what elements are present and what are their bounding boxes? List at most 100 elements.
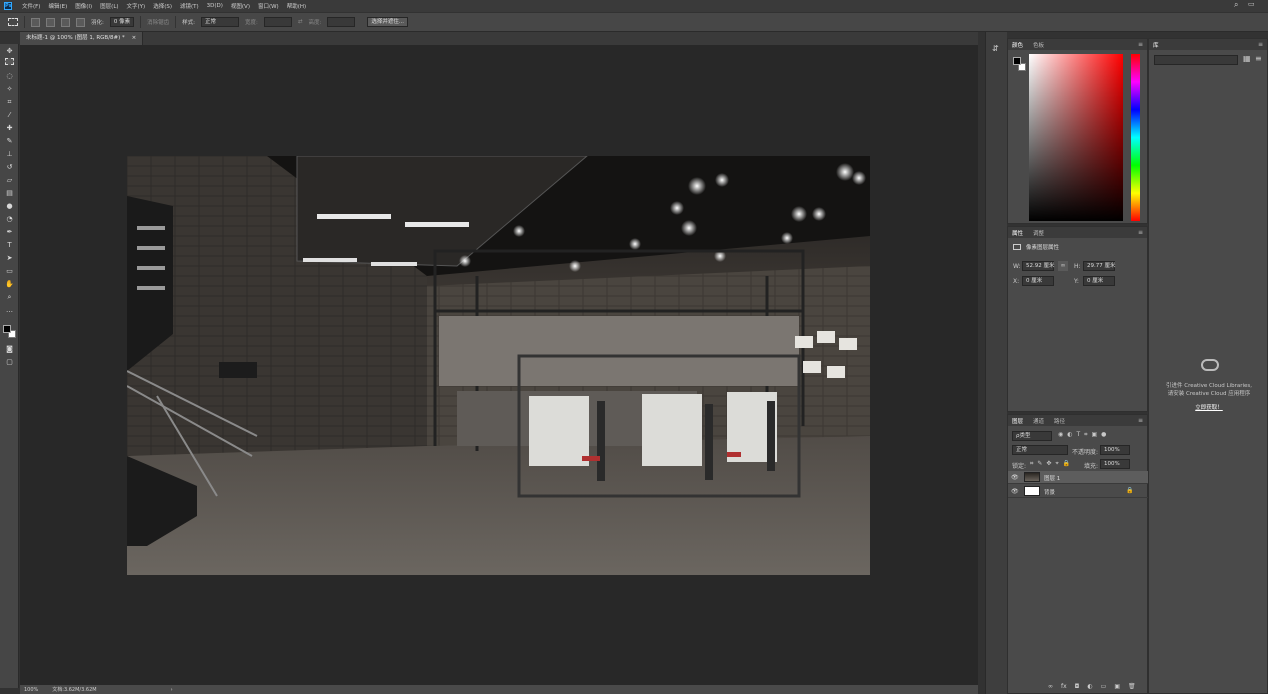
fill-input[interactable]: 100%	[1100, 459, 1130, 469]
grid-view-icon[interactable]: ▦	[1243, 54, 1251, 63]
tab-swatches[interactable]: 色板	[1033, 41, 1044, 49]
tab-adjustments[interactable]: 调整	[1033, 229, 1044, 237]
marquee-tool-icon[interactable]	[5, 58, 14, 65]
select-and-mask-button[interactable]: 选择并遮住...	[367, 17, 409, 27]
tab-channels[interactable]: 通道	[1033, 417, 1044, 425]
library-select[interactable]	[1154, 55, 1238, 65]
menu-type[interactable]: 文字(Y)	[123, 2, 150, 10]
link-dimensions-icon[interactable]: ∞	[1058, 261, 1068, 271]
panel-menu-icon[interactable]: ≡	[1258, 41, 1263, 48]
libraries-panel-tabs: 库 ≡	[1149, 39, 1267, 50]
tab-properties[interactable]: 属性	[1012, 229, 1023, 237]
feather-input[interactable]: 0 像素	[109, 17, 135, 27]
link-icon[interactable]: ∞	[1048, 683, 1053, 690]
zoom-level[interactable]: 100%	[24, 687, 38, 693]
path-selection-tool-icon[interactable]: ➤	[4, 253, 15, 263]
history-brush-tool-icon[interactable]: ↺	[4, 162, 15, 172]
document-tab[interactable]: 未标题-1 @ 100% (图层 1, RGB/8#) * ×	[20, 32, 144, 45]
lock-icons[interactable]: ⌗✎✥⌖🔒	[1030, 460, 1074, 468]
layer-row[interactable]: 👁 背景 🔒	[1008, 485, 1148, 498]
healing-brush-tool-icon[interactable]: ✚	[4, 123, 15, 133]
swap-icon[interactable]: ⇄	[298, 19, 303, 25]
width-input[interactable]	[263, 17, 292, 27]
menu-image[interactable]: 图像(I)	[71, 2, 96, 10]
layer-filter-select[interactable]: ρ类型	[1012, 431, 1052, 441]
marquee-tool-icon[interactable]	[8, 18, 18, 26]
layer-name[interactable]: 图层 1	[1044, 474, 1060, 482]
zoom-tool-icon[interactable]: ⌕	[4, 292, 15, 302]
foreground-color-swatch[interactable]	[1013, 57, 1021, 65]
w-input[interactable]: 52.92 厘米	[1022, 261, 1055, 271]
status-menu-arrow[interactable]: ›	[171, 687, 173, 693]
type-tool-icon[interactable]: T	[4, 240, 15, 250]
visibility-eye-icon[interactable]: 👁	[1011, 488, 1019, 495]
eyedropper-tool-icon[interactable]: ⁄	[4, 110, 15, 120]
clone-stamp-tool-icon[interactable]: ⊥	[4, 149, 15, 159]
list-view-icon[interactable]: ≡	[1255, 54, 1262, 63]
tab-paths[interactable]: 路径	[1054, 417, 1065, 425]
add-selection-button[interactable]	[46, 17, 55, 27]
intersect-selection-button[interactable]	[76, 17, 85, 27]
trash-icon[interactable]: 🗑	[1128, 683, 1136, 690]
panel-menu-icon[interactable]: ≡	[1138, 229, 1143, 236]
rectangle-tool-icon[interactable]: ▭	[4, 266, 15, 276]
group-icon[interactable]: ▭	[1101, 683, 1107, 690]
menu-select[interactable]: 选择(S)	[149, 2, 176, 10]
tab-color[interactable]: 颜色	[1012, 41, 1023, 49]
close-icon[interactable]: ×	[132, 35, 137, 41]
history-panel-icon[interactable]: ⇵	[992, 44, 999, 53]
menu-view[interactable]: 视图(V)	[227, 2, 254, 10]
panel-menu-icon[interactable]: ≡	[1138, 417, 1143, 424]
menu-layer[interactable]: 图层(L)	[96, 2, 122, 10]
get-now-link[interactable]: 立即获取！	[1149, 403, 1268, 411]
eraser-tool-icon[interactable]: ▱	[4, 175, 15, 185]
color-field[interactable]	[1029, 54, 1123, 221]
screen-mode-icon[interactable]: ▢	[4, 357, 15, 367]
menu-edit[interactable]: 编辑(E)	[44, 2, 71, 10]
menu-file[interactable]: 文件(F)	[18, 2, 44, 10]
antialias-checkbox[interactable]: 消除锯齿	[147, 18, 169, 26]
layer-name[interactable]: 背景	[1044, 488, 1055, 496]
workspace-icon[interactable]: ▭	[1248, 0, 1255, 8]
filter-icons[interactable]: ◉◐T⌗▣●	[1058, 431, 1110, 439]
subtract-selection-button[interactable]	[61, 17, 70, 27]
lasso-tool-icon[interactable]: ◌	[4, 71, 15, 81]
menu-filter[interactable]: 滤镜(T)	[176, 2, 203, 10]
height-input[interactable]	[327, 17, 356, 27]
pen-tool-icon[interactable]: ✒	[4, 227, 15, 237]
menu-window[interactable]: 窗口(W)	[254, 2, 283, 10]
fx-icon[interactable]: fx	[1061, 683, 1067, 690]
document-image[interactable]	[127, 156, 870, 575]
style-select[interactable]: 正常	[200, 17, 239, 27]
blur-tool-icon[interactable]: ●	[4, 201, 15, 211]
dodge-tool-icon[interactable]: ◔	[4, 214, 15, 224]
adjustment-icon[interactable]: ◐	[1087, 683, 1092, 690]
magic-wand-tool-icon[interactable]: ✧	[4, 84, 15, 94]
move-tool-icon[interactable]: ✥	[4, 46, 15, 56]
visibility-eye-icon[interactable]: 👁	[1011, 474, 1019, 481]
hue-slider[interactable]	[1131, 54, 1140, 221]
crop-tool-icon[interactable]: ⌗	[4, 97, 15, 107]
menu-3d[interactable]: 3D(D)	[203, 3, 227, 9]
opacity-input[interactable]: 100%	[1100, 445, 1130, 455]
tab-layers[interactable]: 图层	[1012, 417, 1023, 425]
foreground-color-swatch[interactable]	[3, 325, 11, 333]
hand-tool-icon[interactable]: ✋	[4, 279, 15, 289]
y-input[interactable]: 0 厘米	[1083, 276, 1115, 286]
tab-libraries[interactable]: 库	[1153, 41, 1159, 49]
more-tools-icon[interactable]: …	[4, 305, 15, 315]
search-icon[interactable]: ⌕	[1234, 0, 1238, 10]
new-layer-icon[interactable]: ▣	[1114, 683, 1120, 690]
gradient-tool-icon[interactable]: ▤	[4, 188, 15, 198]
quick-mask-icon[interactable]: ◙	[4, 344, 15, 354]
blend-mode-select[interactable]: 正常	[1012, 445, 1068, 455]
mask-icon[interactable]: ◘	[1075, 683, 1080, 690]
lock-label: 锁定:	[1012, 463, 1027, 470]
layer-row[interactable]: 👁 图层 1	[1008, 471, 1148, 484]
menu-help[interactable]: 帮助(H)	[283, 2, 310, 10]
brush-tool-icon[interactable]: ✎	[4, 136, 15, 146]
panel-menu-icon[interactable]: ≡	[1138, 41, 1143, 48]
new-selection-button[interactable]	[31, 17, 40, 27]
h-input[interactable]: 29.77 厘米	[1083, 261, 1116, 271]
x-input[interactable]: 0 厘米	[1022, 276, 1054, 286]
